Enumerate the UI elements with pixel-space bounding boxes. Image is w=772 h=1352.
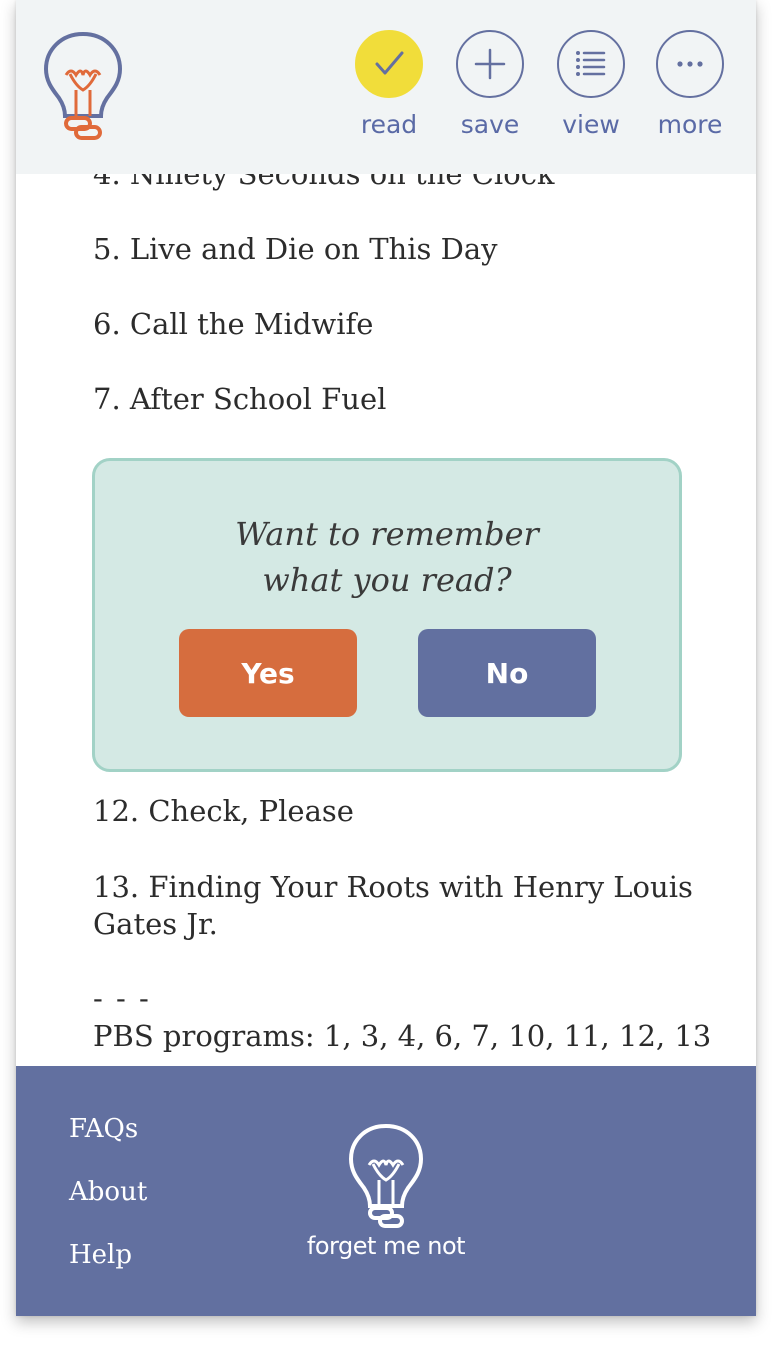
lightbulb-footer-icon — [348, 1123, 424, 1228]
no-button[interactable]: No — [418, 629, 596, 717]
list-item: 5. Live and Die on This Day — [93, 232, 498, 266]
remember-prompt: Want to remember what you read? Yes No — [92, 458, 682, 772]
app-frame: 4. Ninety Seconds on the Clock 5. Live a… — [16, 0, 756, 1316]
footer-brand[interactable]: forget me not — [296, 1122, 476, 1260]
prompt-question: Want to remember what you read? — [235, 515, 539, 599]
view-button[interactable]: view — [551, 30, 631, 139]
footer-link-help[interactable]: Help — [69, 1240, 132, 1270]
read-button[interactable]: read — [349, 30, 429, 139]
list-item: 7. After School Fuel — [93, 382, 387, 416]
list-item: 12. Check, Please — [93, 794, 354, 828]
separator-text: - - - — [93, 981, 151, 1015]
list-item: 6. Call the Midwife — [93, 307, 374, 341]
view-label: view — [562, 110, 620, 139]
footer: FAQs About Help forget me not — [16, 1066, 756, 1316]
save-label: save — [460, 110, 520, 139]
footer-link-faqs[interactable]: FAQs — [69, 1114, 138, 1144]
save-button[interactable]: save — [450, 30, 530, 139]
list-item: PBS programs: 1, 3, 4, 6, 7, 10, 11, 12,… — [93, 1019, 712, 1053]
footer-link-about[interactable]: About — [69, 1177, 147, 1207]
more-button[interactable]: more — [650, 30, 730, 139]
read-label: read — [360, 110, 418, 139]
checkmark-icon — [355, 30, 423, 98]
yes-button[interactable]: Yes — [179, 629, 357, 717]
ellipsis-icon — [656, 30, 724, 98]
lightbulb-logo-icon[interactable] — [42, 30, 124, 142]
more-label: more — [657, 110, 723, 139]
top-toolbar: read save view more — [16, 0, 756, 174]
list-icon — [557, 30, 625, 98]
brand-name: forget me not — [306, 1232, 466, 1260]
plus-icon — [456, 30, 524, 98]
list-item: 13. Finding Your Roots with Henry Louis … — [93, 870, 693, 941]
